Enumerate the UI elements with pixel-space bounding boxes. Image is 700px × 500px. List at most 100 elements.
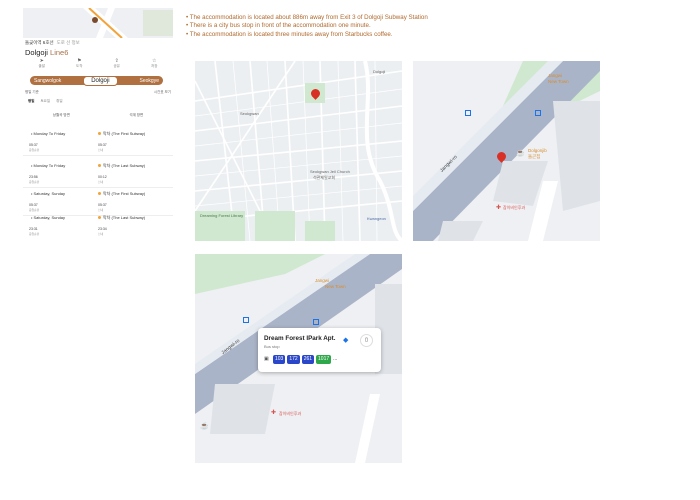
map-label: Seokgwan <box>240 111 259 116</box>
schedule-block: • Saturday, Sunday 막차 (The First Subway) … <box>23 191 173 216</box>
bus-route-list: 103 172 261 1017 ... <box>273 355 337 364</box>
schedule-dest-left: 응암순환 <box>29 232 40 236</box>
schedule-dest-right: 신내 <box>98 232 104 236</box>
subway-panel: 돌곶이역 6호선 도로 선 정보 Dolgoji Line6 ➤ 출발 ⚑ 도착 ⇪ 공… <box>23 8 173 240</box>
save-button[interactable]: ☆ 저장 <box>151 58 157 72</box>
info-row: 평일 기준 시간표 보기 <box>25 90 171 95</box>
bus-stop-subtitle: Bus stop <box>264 344 280 349</box>
cafe-icon: ☕ <box>200 423 209 430</box>
direction-bar: Sangwolgok Dolgoji Seokgye <box>30 75 163 86</box>
schedule-day-label: • Saturday, Sunday <box>31 215 66 220</box>
schedule-type-label: 막차 (The First Subway) <box>103 191 146 196</box>
neighborhood-map[interactable]: Dolgoji Seokgwan Jeil Church 석관제일교회 Seok… <box>195 61 402 241</box>
map-label: 석관제일교회 <box>313 175 336 180</box>
note-line: • The accommodation is located three min… <box>186 30 393 38</box>
map-label: 참이비인후과 <box>503 205 526 210</box>
arrival-button[interactable]: ⚑ 도착 <box>76 58 82 72</box>
schedule-day-label: • Monday To Friday <box>31 163 66 168</box>
day-tabs: 평일 토요일 휴일 <box>28 99 63 104</box>
note-line: • There is a city bus stop in front of t… <box>186 22 371 30</box>
accommodation-map[interactable]: ☕ Dolgonjib 돌곤집 Jangwi-ro ✚ 참이비인후과 Jangw… <box>413 61 600 241</box>
station-name-kr: 돌곶이역 6호선 <box>25 40 54 45</box>
direction-headers: 상월곡 방면 석계 방면 <box>23 113 173 118</box>
schedule-time-right: 00:12 <box>98 175 107 179</box>
map-label: 돌곤집 <box>528 154 541 159</box>
bus-stop-card[interactable]: Dream Forest IPark Apt. Bus stop ◆ ▯ ▣ 1… <box>258 328 381 372</box>
schedule-time-right: 05:37 <box>98 203 107 207</box>
line-title: Dolgoji Line6 <box>25 48 68 57</box>
bus-route-badge[interactable]: 103 <box>273 355 286 364</box>
map-label: Jangwi <box>315 278 330 283</box>
line-title-line: Line6 <box>50 48 69 57</box>
schedule-day-label: • Monday To Friday <box>31 131 66 136</box>
bus-route-badge[interactable]: 261 <box>301 355 315 364</box>
note-line: • The accommodation is located about 886… <box>186 14 428 21</box>
bus-route-badge[interactable]: 1017 <box>316 355 332 364</box>
schedule-time-left: 23:31 <box>29 227 38 231</box>
departure-button[interactable]: ➤ 출발 <box>39 58 45 72</box>
bus-stop-icon <box>465 110 471 116</box>
action-label: 도착 <box>76 64 83 68</box>
schedule-dest-left: 응암순환 <box>29 180 40 184</box>
hospital-icon: ✚ <box>271 410 277 416</box>
weekday-basis: 평일 기준 <box>25 90 39 94</box>
map-label: Seokgwan Jeil Church <box>310 169 350 174</box>
timetable-link[interactable]: 시간표 보기 <box>154 90 171 95</box>
schedule-time-left: 05:37 <box>29 203 38 207</box>
schedule-dest-left: 응암순환 <box>29 148 40 152</box>
schedule-time-left: 23:56 <box>29 175 38 179</box>
schedule-dest-left: 응암순환 <box>29 208 40 212</box>
map-label: Kwangeon <box>367 216 386 221</box>
station-name: 돌곶이역 6호선 도로 선 정보 <box>25 40 80 46</box>
action-label: 저장 <box>151 64 158 68</box>
action-row: ➤ 출발 ⚑ 도착 ⇪ 공유 ☆ 저장 <box>23 58 173 72</box>
map-label: Dolgoji <box>373 69 386 74</box>
share-button[interactable]: ⇪ 공유 <box>114 58 120 72</box>
map-label: New Town <box>548 79 569 84</box>
directions-icon[interactable]: ◆ <box>343 336 348 344</box>
last-train-dot <box>98 164 101 167</box>
tab-saturday[interactable]: 토요일 <box>40 99 50 104</box>
schedule-block: • Monday To Friday 막차 (The Last Subway) 2… <box>23 163 173 188</box>
station-mini-map[interactable] <box>23 8 173 38</box>
col-right-header: 석계 방면 <box>129 113 144 117</box>
map-label: 참이비인후과 <box>279 411 302 416</box>
bus-icon: ▣ <box>264 356 269 362</box>
last-train-dot <box>98 216 101 219</box>
bookmark-icon[interactable]: ▯ <box>360 334 373 347</box>
bus-stop-icon <box>535 110 541 116</box>
bus-route-badge[interactable]: 172 <box>287 355 300 364</box>
schedule-time-right: 05:37 <box>98 143 107 147</box>
schedule-time-left: 05:37 <box>29 143 38 147</box>
schedule-block: • Saturday, Sunday 막차 (The Last Subway) 2… <box>23 215 173 236</box>
first-train-dot <box>98 192 101 195</box>
action-label: 출발 <box>38 64 45 68</box>
prev-station-link[interactable]: Sangwolgok <box>34 78 61 84</box>
current-station: Dolgoji <box>83 75 118 86</box>
schedule-time-right: 23:34 <box>98 227 107 231</box>
line-title-station: Dolgoji <box>25 48 48 57</box>
schedule-dest-right: 신내 <box>98 148 104 152</box>
cafe-icon: ☕ <box>516 150 525 157</box>
hospital-icon: ✚ <box>496 205 502 211</box>
bus-stop-title: Dream Forest IPark Apt. <box>264 335 336 342</box>
station-name-sub: 도로 선 정보 <box>56 40 80 45</box>
tab-holiday[interactable]: 휴일 <box>56 99 62 104</box>
map-label: Dolgonjib <box>528 148 547 153</box>
more-routes-indicator[interactable]: ... <box>333 355 337 364</box>
accommodation-notes: • The accommodation is located about 886… <box>186 14 686 39</box>
map-label: Dreaming Forest Library <box>200 213 244 218</box>
schedule-type-label: 막차 (The Last Subway) <box>103 215 146 220</box>
schedule-day-label: • Saturday, Sunday <box>31 191 66 196</box>
map-label: New Town <box>325 284 346 289</box>
col-left-header: 상월곡 방면 <box>52 113 70 117</box>
map-label: Jangwi <box>548 73 563 78</box>
schedule-type-label: 막차 (The First Subway) <box>103 131 146 136</box>
next-station-link[interactable]: Seokgye <box>140 78 159 84</box>
action-label: 공유 <box>113 64 120 68</box>
schedule-dest-right: 신내 <box>98 208 104 212</box>
schedule-dest-right: 신내 <box>98 180 104 184</box>
tab-weekday[interactable]: 평일 <box>28 99 34 104</box>
schedule-block: • Monday To Friday 막차 (The First Subway) … <box>23 131 173 156</box>
schedule-type-label: 막차 (The Last Subway) <box>103 163 146 168</box>
